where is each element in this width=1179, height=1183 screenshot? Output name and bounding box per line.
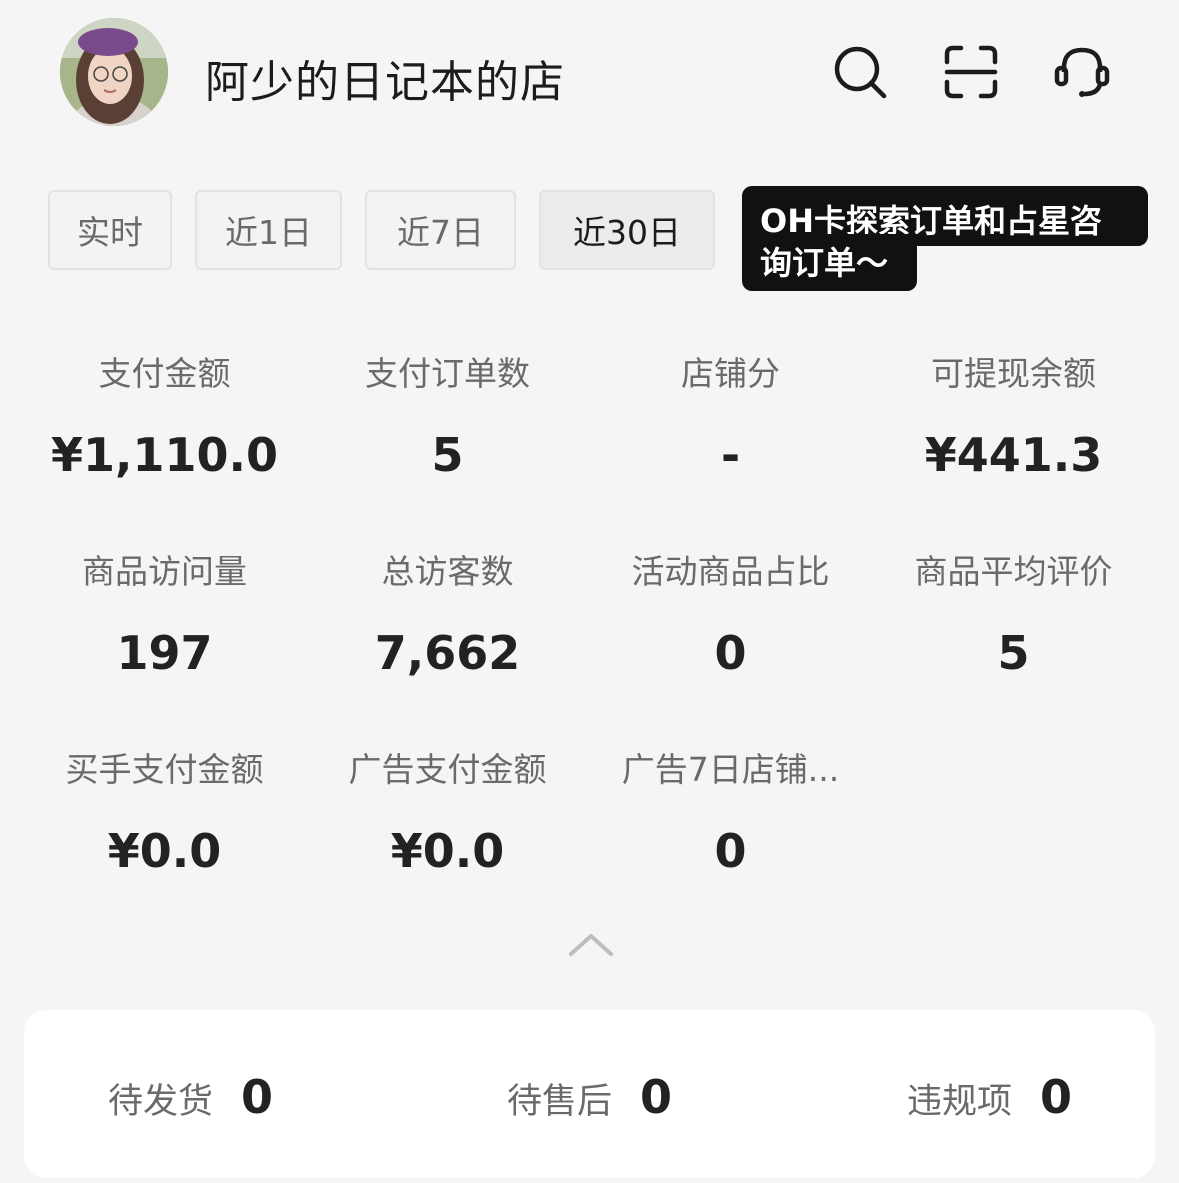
metric-label: 买手支付金额: [65, 750, 264, 789]
metric-label: 支付金额: [98, 354, 231, 393]
metric-label: 广告7日店铺...: [621, 750, 840, 789]
metric-value[interactable]: ¥0.0: [306, 824, 589, 878]
chip-last-7-days[interactable]: 近7日: [365, 190, 516, 270]
chip-realtime[interactable]: 实时: [48, 190, 172, 270]
pending-count: 0: [1040, 1070, 1073, 1124]
tooltip-line-2: 询订单～: [742, 234, 917, 291]
shop-name: 阿少的日记本的店: [205, 57, 565, 108]
pending-shipment[interactable]: 待发货 0: [108, 1070, 273, 1124]
pending-label: 待售后: [507, 1082, 613, 1122]
metric-value[interactable]: -: [589, 428, 872, 482]
metric-value[interactable]: 5: [306, 428, 589, 482]
chevron-up-icon[interactable]: [566, 928, 616, 960]
metric-value[interactable]: 0: [589, 626, 872, 680]
metric-label: 商品平均评价: [914, 552, 1113, 591]
pending-tasks-panel: 待发货 0 待售后 0 违规项 0: [24, 1010, 1155, 1178]
metric-value[interactable]: 5: [872, 626, 1155, 680]
avatar[interactable]: [60, 18, 168, 126]
pending-count: 0: [241, 1070, 274, 1124]
metric-value[interactable]: ¥441.3: [872, 428, 1155, 482]
pending-label: 待发货: [108, 1082, 214, 1122]
metric-label: 总访客数: [381, 552, 514, 591]
metric-label: 可提现余额: [931, 354, 1096, 393]
pending-count: 0: [640, 1070, 673, 1124]
metric-value[interactable]: 0: [589, 824, 872, 878]
metric-label: 支付订单数: [365, 354, 530, 393]
header: 阿少的日记本的店: [0, 0, 1179, 150]
metric-value[interactable]: ¥1,110.0: [23, 428, 306, 482]
metric-value[interactable]: ¥0.0: [23, 824, 306, 878]
customer-service-icon[interactable]: [1052, 42, 1112, 102]
violations[interactable]: 违规项 0: [907, 1070, 1072, 1124]
metric-label: 活动商品占比: [631, 552, 830, 591]
search-icon[interactable]: [830, 42, 890, 102]
tooltip: OH卡探索订单和占星咨 询订单～: [742, 186, 1148, 291]
metric-label: 商品访问量: [82, 552, 247, 591]
chip-last-1-day[interactable]: 近1日: [195, 190, 342, 270]
scan-icon[interactable]: [941, 42, 1001, 102]
pending-after-sales[interactable]: 待售后 0: [507, 1070, 672, 1124]
pending-label: 违规项: [907, 1082, 1013, 1122]
metric-label: 店铺分: [681, 354, 780, 393]
metric-value[interactable]: 197: [23, 626, 306, 680]
chip-last-30-days[interactable]: 近30日: [539, 190, 715, 270]
metric-label: 广告支付金额: [348, 750, 547, 789]
metric-value[interactable]: 7,662: [306, 626, 589, 680]
